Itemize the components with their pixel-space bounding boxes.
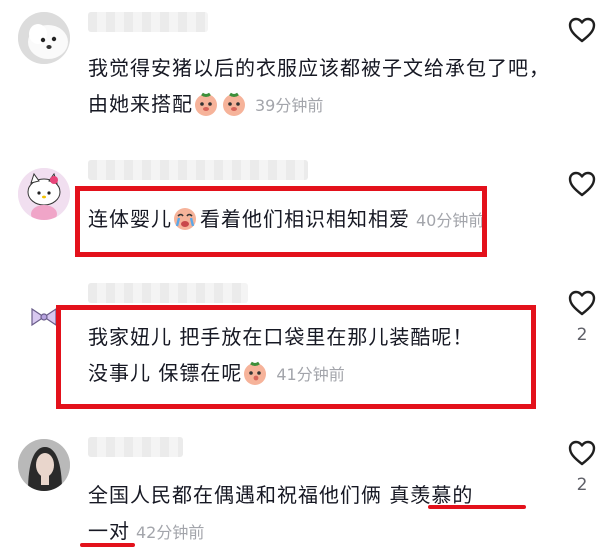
comment-item: 我家妞儿 把手放在口袋里在那儿装酷呢！ 没事儿 保镖在呢 41分钟前 2: [0, 275, 609, 425]
username-blurred[interactable]: [88, 160, 308, 180]
comment-text: 我觉得安猪以后的衣服应该都被子文给承包了吧，由她来搭配 39分钟前: [88, 56, 550, 117]
comment-item: 连体婴儿 看着他们相识相知相爱 40分钟前: [0, 140, 609, 275]
avatar[interactable]: [18, 168, 70, 220]
portrait-avatar-image: [18, 439, 70, 491]
heart-outline-icon: [568, 440, 596, 466]
dog-avatar-image: [18, 12, 70, 64]
comment-time: 40分钟前: [416, 211, 485, 230]
highlight-underline: [80, 543, 135, 547]
like-button[interactable]: [566, 16, 598, 44]
hello-kitty-avatar-image: [18, 168, 70, 220]
comment-text: 连体婴儿 看着他们相识相知相爱 40分钟前: [88, 206, 485, 232]
comment-item: 全国人民都在偶遇和祝福他们俩 真羡慕的 一对 42分钟前 2: [0, 425, 609, 551]
username-blurred[interactable]: [88, 437, 183, 457]
heart-outline-icon: [568, 17, 596, 43]
heart-outline-icon: [568, 290, 596, 316]
avatar[interactable]: [18, 439, 70, 491]
comment-item: 我觉得安猪以后的衣服应该都被子文给承包了吧，由她来搭配 39分钟前: [0, 0, 609, 140]
avatar[interactable]: [18, 12, 70, 64]
heart-outline-icon: [568, 171, 596, 197]
peach-face-emoji-icon: [193, 91, 219, 117]
comment-time: 41分钟前: [276, 365, 345, 384]
username-blurred[interactable]: [88, 12, 208, 32]
username-blurred[interactable]: [88, 283, 248, 303]
like-count: 2: [576, 325, 588, 345]
crying-face-emoji-icon: [172, 206, 198, 232]
comment-text: 全国人民都在偶遇和祝福他们俩 真羡慕的 一对 42分钟前: [88, 483, 474, 543]
peach-face-emoji-icon: [221, 91, 247, 117]
emphasized-text: 真羡慕的: [389, 483, 474, 507]
emphasized-text: 一对: [88, 519, 130, 543]
comment-text: 我家妞儿 把手放在口袋里在那儿装酷呢！ 没事儿 保镖在呢 41分钟前: [88, 325, 474, 386]
like-count: 2: [576, 475, 588, 495]
like-button[interactable]: 2: [566, 289, 598, 345]
bow-avatar-image: [18, 289, 70, 341]
highlight-underline: [428, 505, 526, 509]
comment-time: 39分钟前: [255, 96, 324, 115]
comment-time: 42分钟前: [136, 523, 205, 542]
like-button[interactable]: [566, 170, 598, 198]
avatar[interactable]: [18, 289, 70, 341]
peach-face-emoji-icon: [242, 360, 268, 386]
like-button[interactable]: 2: [566, 439, 598, 495]
